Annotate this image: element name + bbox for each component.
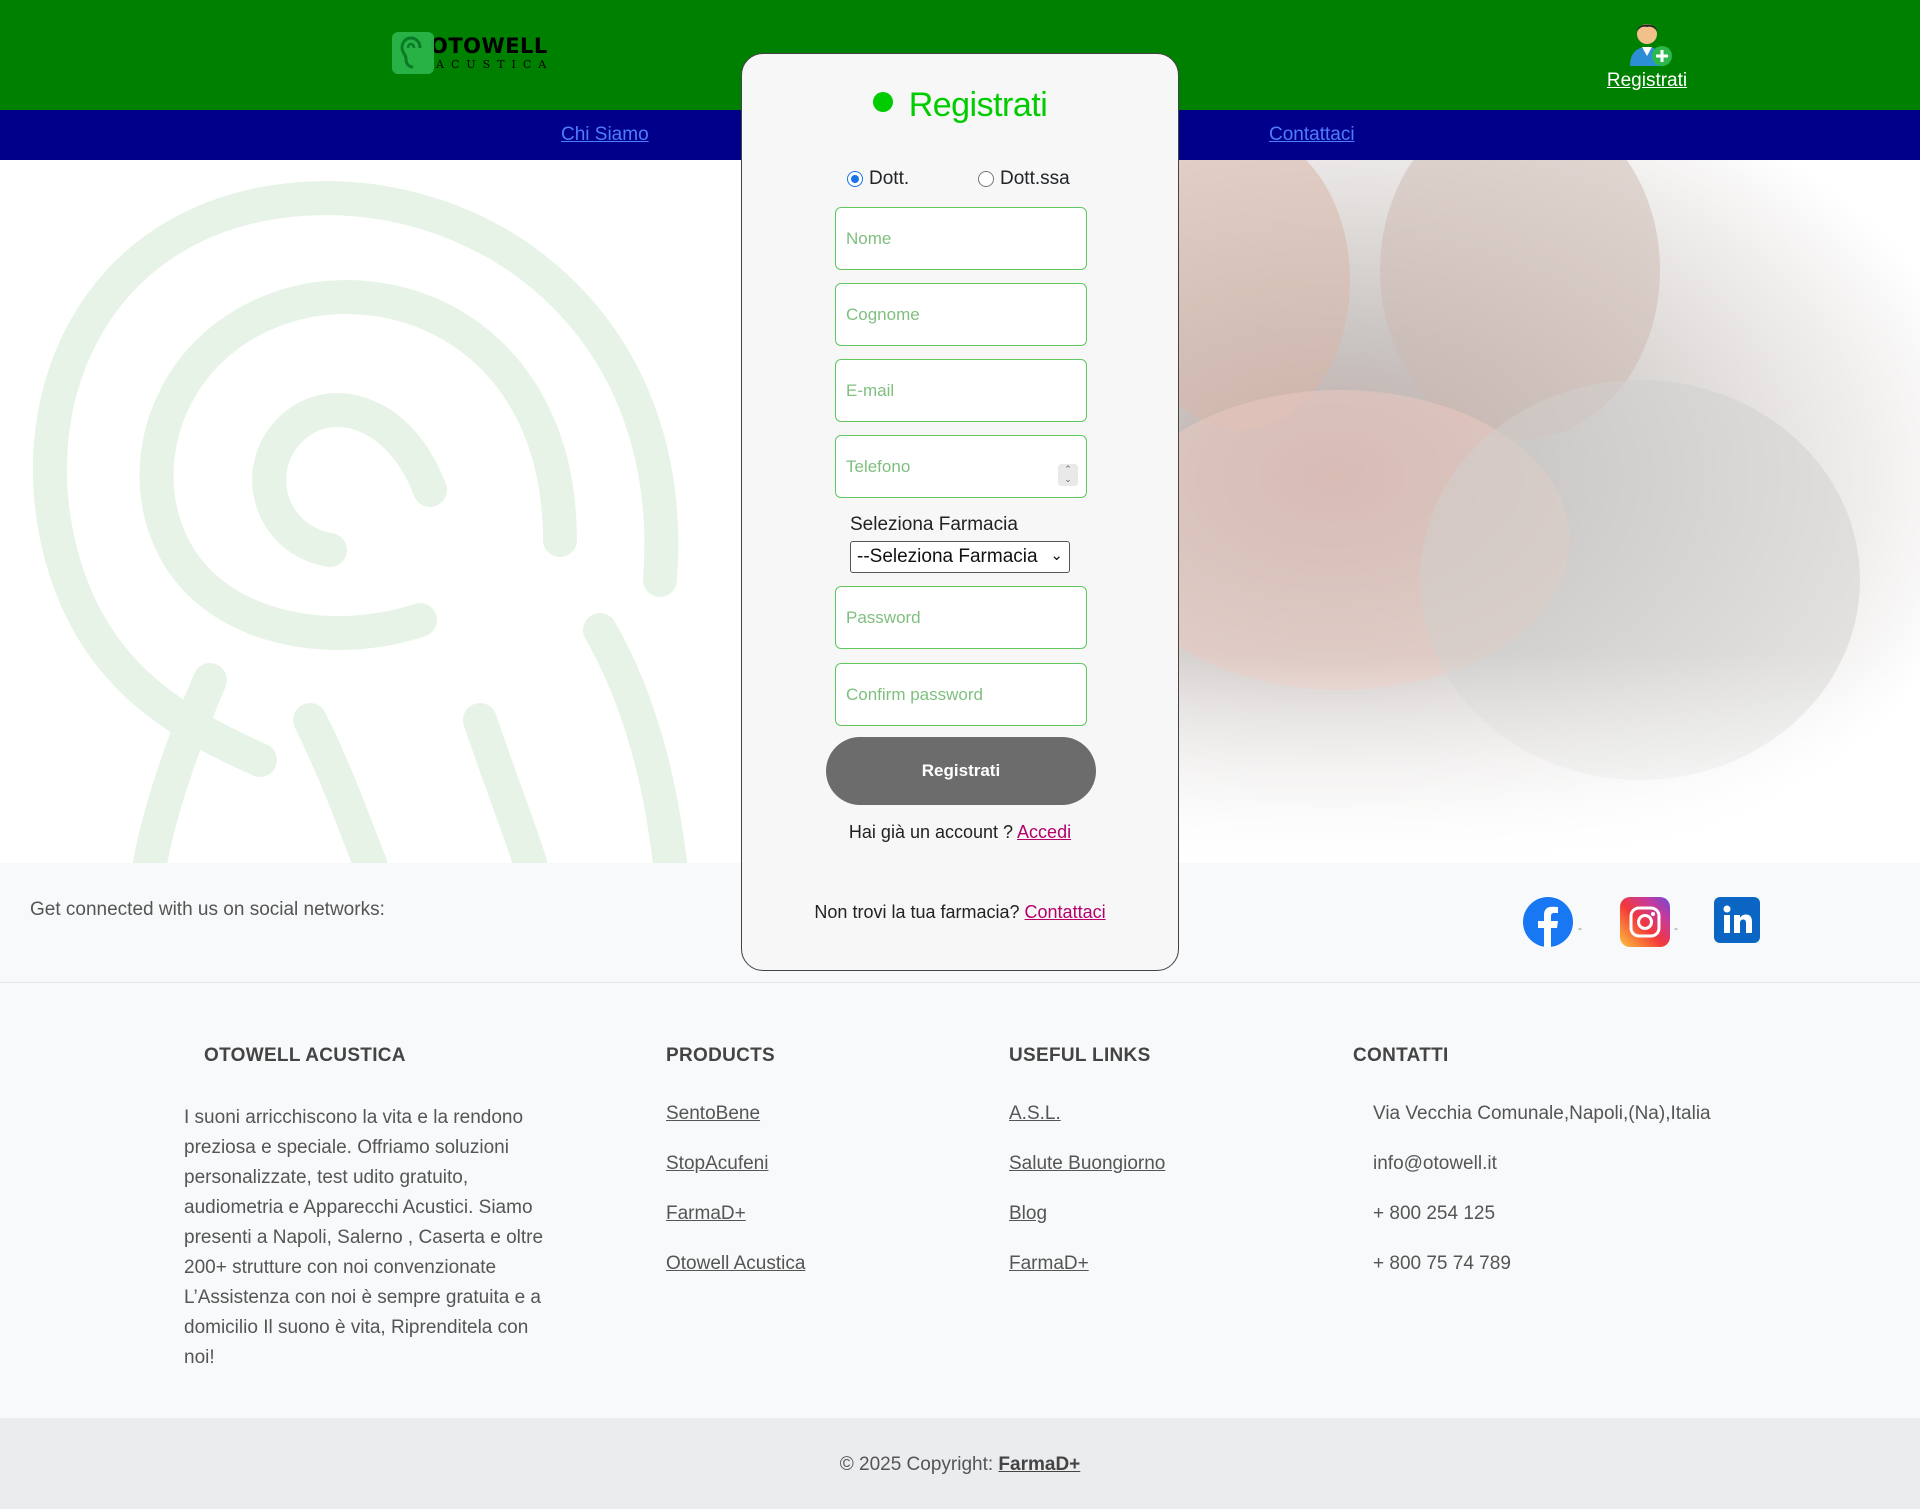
copyright-brand-link[interactable]: FarmaD+ [998,1454,1080,1475]
footer-link[interactable]: SentoBene [666,1103,805,1125]
register-submit-button[interactable]: Registrati [826,737,1096,805]
register-link[interactable]: Registrati [1600,70,1694,92]
footer-link[interactable]: Salute Buongiorno [1009,1153,1165,1175]
add-user-icon [1620,14,1674,68]
footer-useful-links: USEFUL LINKS A.S.L. Salute Buongiorno Bl… [1009,1045,1165,1303]
password-input[interactable]: Password [835,586,1087,649]
footer-link[interactable]: StopAcufeni [666,1153,805,1175]
logo-text-main: OTOWELL [430,34,548,58]
pharmacy-prompt: Non trovi la tua farmacia? Contattaci [814,902,1106,922]
modal-title: Registrati [742,86,1178,125]
instagram-icon[interactable] [1620,897,1670,947]
login-prompt: Hai già un account ? Accedi [848,822,1072,842]
footer-link[interactable]: Otowell Acustica [666,1253,805,1275]
footer-contacts-heading: CONTATTI [1353,1045,1449,1066]
copyright-bar: © 2025 Copyright: FarmaD+ [0,1418,1920,1509]
social-text: Get connected with us on social networks… [30,899,385,920]
social-separator: - [1578,921,1582,935]
footer-link[interactable]: FarmaD+ [666,1203,805,1225]
footer-about-heading: OTOWELL ACUSTICA [204,1045,406,1066]
radio-dottssa[interactable]: Dott.ssa [978,168,1070,190]
farmacia-select-value: --Seleziona Farmacia [857,546,1038,567]
footer-about: OTOWELL ACUSTICA I suoni arricchiscono l… [184,1045,564,1373]
contact-phone: + 800 254 125 [1373,1203,1496,1224]
contact-address: Via Vecchia Comunale,Napoli,(Na),Italia [1373,1103,1711,1124]
farmacia-label: Seleziona Farmacia [850,514,1018,535]
radio-dott-circle[interactable] [847,171,863,187]
footer-link[interactable]: FarmaD+ [1009,1253,1165,1275]
header-register[interactable]: Registrati [1600,14,1694,92]
confirm-password-input[interactable]: Confirm password [835,663,1087,726]
cognome-input[interactable]: Cognome [835,283,1087,346]
social-separator: - [1674,921,1678,935]
footer-products-heading: PRODUCTS [666,1045,776,1066]
nome-input[interactable]: Nome [835,207,1087,270]
status-dot-icon [872,92,893,112]
logo[interactable]: OTOWELL ACUSTICA [392,32,553,74]
nav-contattaci[interactable]: Contattaci [1269,124,1355,146]
footer: OTOWELL ACUSTICA I suoni arricchiscono l… [0,983,1920,1418]
ear-logo-icon [392,32,434,74]
number-stepper-icon[interactable]: ⌃ ⌄ [1058,464,1078,486]
radio-dottssa-circle[interactable] [978,171,994,187]
contact-phone: + 800 75 74 789 [1373,1253,1511,1274]
contact-email: info@otowell.it [1373,1153,1497,1174]
copyright-text: © 2025 Copyright: [839,1454,994,1475]
footer-contacts: CONTATTI Via Vecchia Comunale,Napoli,(Na… [1353,1045,1711,1303]
farmacia-select[interactable]: --Seleziona Farmacia ⌄ [850,541,1070,573]
hero-fade [1080,160,1920,863]
pharmacy-contact-link[interactable]: Contattaci [1025,902,1106,922]
linkedin-icon[interactable] [1714,897,1760,943]
email-input[interactable]: E-mail [835,359,1087,422]
footer-link[interactable]: A.S.L. [1009,1103,1165,1125]
radio-dott[interactable]: Dott. [847,168,909,190]
register-modal: Registrati Dott. Dott.ssa Nome Cognome E… [741,53,1179,971]
facebook-icon[interactable] [1523,897,1573,947]
footer-about-text: I suoni arricchiscono la vita e la rendo… [184,1107,544,1368]
logo-text-sub: ACUSTICA [436,58,554,71]
telefono-input[interactable]: Telefono ⌃ ⌄ [835,435,1087,498]
nav-chi-siamo[interactable]: Chi Siamo [561,124,649,146]
footer-products: PRODUCTS SentoBene StopAcufeni FarmaD+ O… [666,1045,805,1303]
footer-useful-heading: USEFUL LINKS [1009,1045,1151,1066]
login-link[interactable]: Accedi [1017,822,1071,842]
chevron-down-icon: ⌄ [1050,547,1063,564]
footer-link[interactable]: Blog [1009,1203,1165,1225]
telefono-placeholder: Telefono [846,456,911,476]
